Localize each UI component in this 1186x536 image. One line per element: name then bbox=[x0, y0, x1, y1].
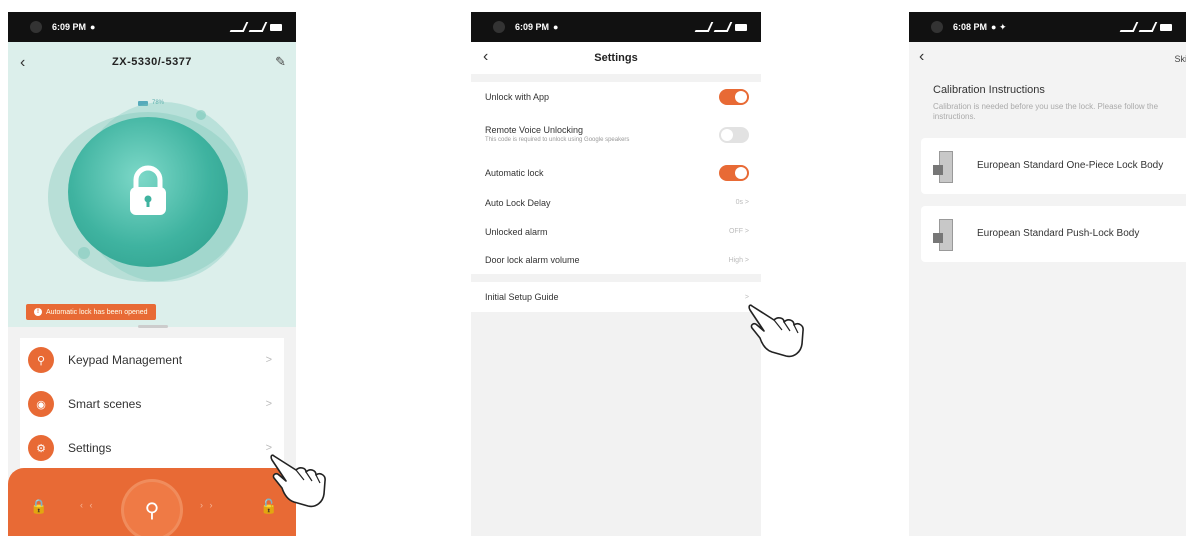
setting-label: Unlock with App bbox=[485, 92, 550, 102]
menu-item-label: Keypad Management bbox=[68, 353, 183, 367]
menu-item-settings[interactable]: ⚙ Settings > bbox=[20, 426, 284, 470]
padlock-icon bbox=[130, 165, 166, 215]
option-label: European Standard Push-Lock Body bbox=[977, 228, 1140, 239]
battery-icon bbox=[1160, 23, 1172, 31]
setting-value: 0s > bbox=[735, 199, 749, 206]
status-bar: 6:09 PM ● bbox=[8, 12, 296, 42]
chevron-right-icon: > bbox=[265, 398, 272, 410]
pointing-hand-icon bbox=[748, 304, 804, 358]
notification-icons: ● ✦ bbox=[991, 21, 1007, 32]
alarm-icon: ● bbox=[90, 22, 96, 32]
skip-button[interactable]: Skip bbox=[1174, 54, 1186, 64]
camera-dot bbox=[931, 21, 943, 33]
page-title: Settings bbox=[594, 52, 638, 64]
page-title: Calibration Instructions bbox=[933, 84, 1045, 96]
back-icon[interactable]: ‹ bbox=[919, 48, 924, 66]
lock-body-icon bbox=[933, 219, 955, 251]
setting-auto-lock-delay[interactable]: Auto Lock Delay 0s > bbox=[471, 188, 761, 217]
unlock-slider-bar: 🔒 ‹ ‹ ⚲ › › 🔓 bbox=[8, 468, 296, 536]
signal-icon bbox=[694, 22, 714, 32]
status-icons bbox=[1119, 22, 1172, 32]
setting-remote-voice-unlocking: Remote Voice Unlocking This code is requ… bbox=[471, 112, 761, 158]
setting-unlock-with-app: Unlock with App bbox=[471, 82, 761, 112]
setting-sublabel: This code is required to unlock using Go… bbox=[485, 137, 630, 144]
battery-icon bbox=[270, 23, 282, 31]
setting-automatic-lock: Automatic lock bbox=[471, 158, 761, 188]
key-icon: ⚲ bbox=[28, 347, 54, 373]
lock-body-icon bbox=[933, 151, 955, 183]
option-label: European Standard One-Piece Lock Body bbox=[977, 160, 1164, 171]
setting-label: Initial Setup Guide bbox=[485, 292, 559, 302]
setting-label: Auto Lock Delay bbox=[485, 197, 551, 208]
drag-handle[interactable] bbox=[138, 325, 168, 328]
alert-text: Automatic lock has been opened bbox=[46, 308, 148, 316]
setting-value: OFF > bbox=[728, 228, 749, 235]
header: ‹ Skip bbox=[909, 42, 1186, 72]
setting-door-lock-alarm-volume[interactable]: Door lock alarm volume High > bbox=[471, 246, 761, 274]
signal-icon bbox=[248, 22, 268, 32]
menu-item-label: Settings bbox=[68, 441, 112, 455]
device-title: ZX-5330/-5377 bbox=[112, 56, 192, 68]
status-icons bbox=[694, 22, 747, 32]
header: ‹ Settings bbox=[471, 42, 761, 74]
header: ‹ ZX-5330/-5377 ✎ bbox=[8, 52, 296, 72]
decor-blob bbox=[78, 247, 90, 259]
battery-icon bbox=[735, 23, 747, 31]
setup-guide-group: Initial Setup Guide > bbox=[471, 282, 761, 312]
automatic-lock-toggle[interactable] bbox=[719, 165, 749, 181]
setting-value: High > bbox=[728, 256, 749, 264]
alert-icon: ! bbox=[34, 308, 42, 316]
setting-label: Remote Voice Unlocking bbox=[485, 125, 584, 136]
settings-screen: 6:09 PM ● ‹ Settings Unlock with App Rem… bbox=[471, 12, 761, 536]
camera-dot bbox=[493, 21, 505, 33]
signal-icon bbox=[1138, 22, 1158, 32]
lock-closed-icon[interactable]: 🔒 bbox=[30, 498, 47, 515]
menu-item-label: Smart scenes bbox=[68, 397, 142, 411]
page-description: Calibration is needed before you use the… bbox=[933, 102, 1159, 121]
decor-blob bbox=[196, 110, 206, 120]
remote-voice-unlocking-toggle[interactable] bbox=[719, 127, 749, 143]
unlock-with-app-toggle[interactable] bbox=[719, 89, 749, 105]
slide-unlock-key-button[interactable]: ⚲ bbox=[124, 482, 180, 536]
lock-home-screen: 6:09 PM ● ‹ ZX-5330/-5377 ✎ 78% ! Automa… bbox=[8, 12, 296, 536]
signal-icon bbox=[713, 22, 733, 32]
chevron-right-icon: > bbox=[265, 354, 272, 366]
setting-unlocked-alarm[interactable]: Unlocked alarm OFF > bbox=[471, 217, 761, 246]
signal-icon bbox=[1119, 22, 1139, 32]
setting-initial-setup-guide[interactable]: Initial Setup Guide > bbox=[471, 282, 761, 312]
status-time: 6:09 PM bbox=[515, 22, 550, 32]
gear-icon: ⚙ bbox=[28, 435, 54, 461]
signal-icon bbox=[229, 22, 249, 32]
menu-item-keypad-management[interactable]: ⚲ Keypad Management > bbox=[20, 338, 284, 382]
menu-item-smart-scenes[interactable]: ◉ Smart scenes > bbox=[20, 382, 284, 426]
device-menu: ⚲ Keypad Management > ◉ Smart scenes > ⚙… bbox=[20, 338, 284, 470]
status-time: 6:09 PM bbox=[52, 22, 87, 32]
status-time: 6:08 PM bbox=[953, 22, 988, 32]
lock-type-option-push-lock[interactable]: European Standard Push-Lock Body bbox=[921, 206, 1186, 262]
status-bar: 6:09 PM ● bbox=[471, 12, 761, 42]
status-icons bbox=[229, 22, 282, 32]
pointing-hand-icon bbox=[270, 454, 326, 508]
scene-toggle-icon: ◉ bbox=[28, 391, 54, 417]
calibration-screen: 6:08 PM ● ✦ ‹ Skip Calibration Instructi… bbox=[909, 12, 1186, 536]
lock-alert-banner: ! Automatic lock has been opened bbox=[26, 304, 156, 320]
slide-right-arrows-icon: › › bbox=[200, 500, 215, 510]
lock-hero: ‹ ZX-5330/-5377 ✎ 78% ! Automatic lock h… bbox=[8, 42, 296, 327]
camera-dot bbox=[30, 21, 42, 33]
setting-label: Door lock alarm volume bbox=[485, 255, 580, 265]
edit-icon[interactable]: ✎ bbox=[275, 54, 286, 70]
slide-left-arrows-icon: ‹ ‹ bbox=[80, 500, 95, 510]
alarm-icon: ● bbox=[553, 22, 559, 32]
lock-type-option-one-piece[interactable]: European Standard One-Piece Lock Body bbox=[921, 138, 1186, 194]
setting-label: Unlocked alarm bbox=[485, 226, 548, 237]
settings-list: Unlock with App Remote Voice Unlocking T… bbox=[471, 82, 761, 274]
setting-label: Automatic lock bbox=[485, 168, 544, 178]
status-bar: 6:08 PM ● ✦ bbox=[909, 12, 1186, 42]
